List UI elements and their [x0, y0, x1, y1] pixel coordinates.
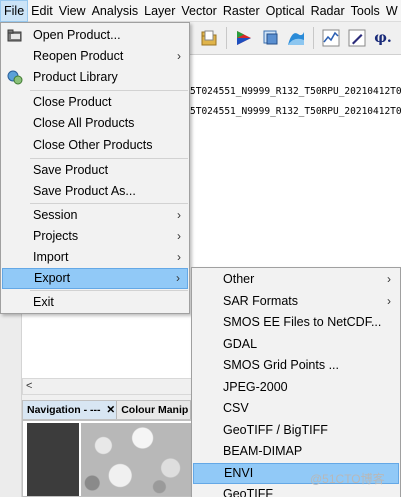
menu-item-open-product[interactable]: Open Product... [2, 25, 188, 46]
menu-item-label: Open Product... [33, 28, 121, 42]
open-folder-icon [7, 28, 23, 43]
chevron-right-icon: › [177, 208, 181, 222]
wave-icon[interactable] [285, 27, 307, 49]
product-entry[interactable]: 5T024551_N9999_R132_T50RPU_20210412T07 [190, 106, 401, 117]
product-entry[interactable]: 5T024551_N9999_R132_T50RPU_20210412T07 [190, 86, 401, 97]
scroll-left-arrow[interactable]: < [26, 380, 32, 392]
toolbar-separator [313, 27, 314, 49]
menu-item-save-product[interactable]: Save Product [2, 160, 188, 181]
menu-item-label: GeoTIFF / BigTIFF [223, 422, 328, 437]
export-item-beam-dimap[interactable]: BEAM-DIMAP [193, 441, 399, 463]
chevron-right-icon: › [177, 49, 181, 63]
menu-item-import[interactable]: Import › [2, 247, 188, 268]
menu-item-label: Save Product [33, 163, 109, 177]
menu-vector[interactable]: Vector [178, 0, 219, 22]
menu-item-label: Import [33, 250, 69, 264]
chevron-right-icon: › [387, 272, 391, 286]
close-icon[interactable]: ✕ [106, 404, 115, 416]
menu-item-label: Close Other Products [33, 138, 153, 152]
chevron-right-icon: › [177, 229, 181, 243]
bottom-panel-tabs: Navigation - --- ✕ Colour Manip [22, 400, 192, 420]
image-stack-icon[interactable] [259, 27, 281, 49]
watermark-text: @51CTO博客 [310, 472, 385, 486]
menu-item-label: GDAL [223, 336, 258, 351]
menu-item-label: ENVI [224, 465, 254, 480]
menu-separator [30, 158, 188, 159]
chevron-right-icon: › [176, 271, 180, 285]
menu-layer[interactable]: Layer [141, 0, 178, 22]
menu-item-label: Export [34, 271, 71, 285]
chevron-right-icon: › [177, 250, 181, 264]
menu-edit[interactable]: Edit [28, 0, 56, 22]
menu-item-close-other-products[interactable]: Close Other Products [2, 135, 188, 156]
menu-item-label: Other [223, 272, 255, 286]
menu-optical[interactable]: Optical [263, 0, 308, 22]
menu-item-label: SMOS Grid Points ... [223, 358, 340, 372]
menu-item-label: BEAM-DIMAP [223, 444, 303, 458]
phi-label: φ. [374, 30, 392, 46]
menu-bar: File Edit View Analysis Layer Vector Ras… [0, 0, 401, 22]
menu-analysis[interactable]: Analysis [89, 0, 142, 22]
menu-item-label: JPEG-2000 [223, 379, 288, 394]
menu-item-label: Reopen Product [33, 49, 124, 63]
phi-icon[interactable]: φ. [372, 27, 394, 49]
menu-tools[interactable]: Tools [348, 0, 383, 22]
menu-item-label: Product Library [33, 70, 118, 84]
menu-item-label: SMOS EE Files to NetCDF... [223, 315, 382, 329]
menu-item-save-product-as[interactable]: Save Product As... [2, 181, 188, 202]
menu-item-close-all-products[interactable]: Close All Products [2, 113, 188, 134]
menu-raster[interactable]: Raster [220, 0, 263, 22]
navigation-view[interactable] [22, 420, 192, 497]
menu-item-reopen-product[interactable]: Reopen Product › [2, 46, 188, 67]
tab-navigation[interactable]: Navigation - --- ✕ [23, 401, 118, 419]
menu-item-product-library[interactable]: Product Library [2, 67, 188, 88]
color-manipulation-icon[interactable] [233, 27, 255, 49]
menu-item-label: Close Product [33, 95, 112, 109]
menu-item-close-product[interactable]: Close Product [2, 92, 188, 113]
menu-item-label: Projects [33, 229, 79, 243]
menu-item-session[interactable]: Session › [2, 205, 188, 226]
export-item-csv[interactable]: CSV [193, 398, 399, 420]
export-item-jpeg-2000[interactable]: JPEG-2000 [193, 377, 399, 399]
toolbar: φ. [190, 22, 401, 54]
export-item-smos-ee-netcdf[interactable]: SMOS EE Files to NetCDF... [193, 312, 399, 334]
menu-item-label: Exit [33, 295, 54, 309]
menu-file[interactable]: File [0, 0, 29, 22]
menu-item-label: CSV [223, 401, 249, 415]
tab-navigation-label: Navigation - --- [27, 404, 101, 416]
pencil-icon[interactable] [346, 27, 368, 49]
menu-separator [30, 203, 188, 204]
export-item-smos-grid-points[interactable]: SMOS Grid Points ... [193, 355, 399, 377]
menu-item-label: Save Product As... [33, 184, 136, 198]
menu-item-exit[interactable]: Exit [2, 292, 188, 313]
toolbar-separator [226, 27, 227, 49]
export-item-other[interactable]: Other › [193, 269, 399, 291]
menu-item-label: Close All Products [33, 116, 135, 130]
menu-item-label: SAR Formats [223, 293, 299, 308]
chevron-right-icon: › [387, 293, 391, 308]
menu-separator [30, 90, 188, 91]
export-item-sar-formats[interactable]: SAR Formats › [193, 291, 399, 313]
folder-icon[interactable] [198, 27, 220, 49]
file-menu: Open Product... Reopen Product › Product… [0, 22, 190, 314]
menu-item-projects[interactable]: Projects › [2, 226, 188, 247]
navigation-thumbnail [81, 423, 191, 496]
export-submenu: Other › SAR Formats › SMOS EE Files to N… [191, 267, 401, 497]
horizontal-scrollbar[interactable]: < [22, 378, 192, 395]
navigation-background [27, 423, 79, 496]
menu-item-label: GeoTIFF [223, 487, 274, 497]
snap-main-window: File Edit View Analysis Layer Vector Ras… [0, 0, 401, 497]
menu-item-export[interactable]: Export › [2, 268, 188, 289]
product-library-icon [7, 70, 23, 85]
menu-view[interactable]: View [56, 0, 89, 22]
export-item-gdal[interactable]: GDAL [193, 334, 399, 356]
profile-plot-icon[interactable] [320, 27, 342, 49]
menu-separator [30, 290, 188, 291]
menu-window[interactable]: W [383, 0, 401, 22]
menu-item-label: Session [33, 208, 78, 222]
menu-radar[interactable]: Radar [308, 0, 348, 22]
export-item-geotiff-bigtiff[interactable]: GeoTIFF / BigTIFF [193, 420, 399, 442]
tab-colour-manipulation[interactable]: Colour Manip [117, 401, 191, 419]
